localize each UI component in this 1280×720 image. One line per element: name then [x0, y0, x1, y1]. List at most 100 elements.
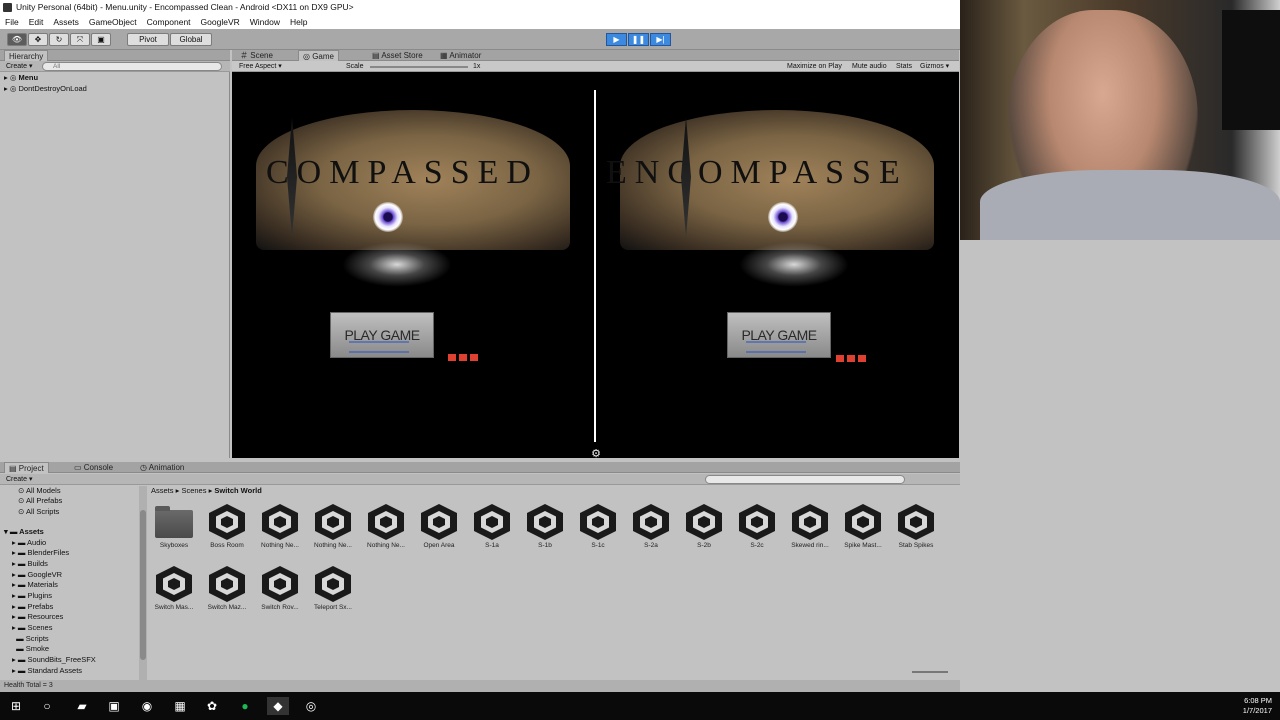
folder-item[interactable]: ▸ ▬ GoogleVR — [12, 570, 62, 580]
mute-audio-toggle[interactable]: Mute audio — [852, 61, 887, 72]
gizmos-dropdown[interactable]: Gizmos ▾ — [920, 61, 949, 72]
asset-scene[interactable]: Teleport Sx... — [307, 560, 359, 620]
pivot-toggle[interactable]: Pivot — [127, 33, 169, 46]
folder-label: Audio — [27, 538, 47, 547]
asset-scene[interactable]: Nothing Ne... — [360, 498, 412, 558]
favorite-all-prefabs[interactable]: ⊙ All Prefabs — [18, 496, 62, 506]
tab-animator[interactable]: ▦ Animator — [436, 50, 485, 61]
favorite-all-models[interactable]: ⊙ All Models — [18, 486, 61, 496]
breadcrumb-assets[interactable]: Assets — [151, 486, 174, 495]
asset-label: S-1c — [591, 542, 605, 549]
menu-googlevr[interactable]: GoogleVR — [201, 15, 240, 29]
hierarchy-create-button[interactable]: Create ▾ — [6, 62, 32, 70]
folder-item[interactable]: ▸ ▬ Scenes — [12, 623, 52, 633]
asset-scene[interactable]: Open Area — [413, 498, 465, 558]
maximize-on-play-toggle[interactable]: Maximize on Play — [787, 61, 842, 72]
tab-animation[interactable]: ◷ Animation — [136, 462, 188, 473]
scrollbar-thumb[interactable] — [140, 510, 146, 660]
rect-tool-icon[interactable]: ▣ — [91, 33, 111, 46]
icon-size-slider[interactable] — [912, 671, 948, 673]
folder-item[interactable]: ▸ ▬ Standard Assets — [12, 666, 82, 676]
folder-tree-scrollbar[interactable] — [139, 486, 147, 680]
paint-icon[interactable]: ✿ — [203, 697, 221, 715]
global-toggle[interactable]: Global — [170, 33, 212, 46]
folder-item[interactable]: ▬ Scripts — [12, 634, 49, 644]
spotify-icon[interactable]: ● — [236, 697, 254, 715]
asset-scene[interactable]: Switch Maz... — [201, 560, 253, 620]
favorite-all-scripts[interactable]: ⊙ All Scripts — [18, 507, 59, 517]
asset-scene[interactable]: Switch Mas... — [148, 560, 200, 620]
breadcrumb-scenes[interactable]: Scenes — [181, 486, 206, 495]
chrome-icon[interactable]: ◉ — [138, 697, 156, 715]
search-icon[interactable]: ○ — [38, 697, 56, 715]
folder-item[interactable]: ▸ ▬ Audio — [12, 538, 46, 548]
asset-scene[interactable]: Spike Mast... — [837, 498, 889, 558]
hierarchy-item-menu[interactable]: ▸ ◎ Menu — [4, 73, 38, 83]
folder-label: Builds — [27, 559, 48, 568]
stats-toggle[interactable]: Stats — [896, 61, 912, 72]
hierarchy-search-input[interactable]: All — [42, 62, 222, 71]
asset-scene[interactable]: Boss Room — [201, 498, 253, 558]
folder-item[interactable]: ▸ ▬ Materials — [12, 580, 58, 590]
tab-scene[interactable]: ＃ Scene — [236, 50, 277, 61]
play-button[interactable]: ▶ — [606, 33, 627, 46]
project-create-button[interactable]: Create ▾ — [6, 475, 32, 483]
hand-tool-icon[interactable]: 👁 — [7, 33, 27, 46]
file-explorer-icon[interactable]: ▰ — [73, 697, 91, 715]
step-button[interactable]: ▶| — [650, 33, 671, 46]
asset-scene[interactable]: S-1a — [466, 498, 518, 558]
menu-window[interactable]: Window — [250, 15, 280, 29]
asset-scene[interactable]: Skewed rin... — [784, 498, 836, 558]
folder-item[interactable]: ▸ ▬ Builds — [12, 559, 48, 569]
folder-item[interactable]: ▬ Smoke — [12, 644, 49, 654]
menu-component[interactable]: Component — [147, 15, 191, 29]
assets-root[interactable]: ▾ ▬ Assets — [4, 527, 44, 537]
asset-label: Skyboxes — [159, 542, 189, 549]
folder-item[interactable]: ▸ ▬ Prefabs — [12, 602, 53, 612]
asset-scene[interactable]: Stab Spikes — [890, 498, 942, 558]
asset-scene[interactable]: S-1b — [519, 498, 571, 558]
asset-scene[interactable]: Nothing Ne... — [254, 498, 306, 558]
asset-scene[interactable]: Nothing Ne... — [307, 498, 359, 558]
tab-hierarchy[interactable]: Hierarchy — [4, 50, 49, 61]
folder-item[interactable]: ▸ ▬ SoundBits_FreeSFX — [12, 655, 96, 665]
scale-slider[interactable] — [370, 66, 468, 68]
unity-icon[interactable]: ◆ — [267, 697, 289, 715]
move-tool-icon[interactable]: ✥ — [28, 33, 48, 46]
gear-icon[interactable]: ⚙ — [590, 448, 602, 460]
calculator-icon[interactable]: ▦ — [171, 697, 189, 715]
pause-button[interactable]: ❚❚ — [628, 33, 649, 46]
asset-scene[interactable]: S-1c — [572, 498, 624, 558]
project-search-input[interactable] — [705, 475, 905, 484]
hierarchy-header: Hierarchy — [0, 50, 230, 61]
store-icon[interactable]: ▣ — [105, 697, 123, 715]
asset-scene[interactable]: S-2c — [731, 498, 783, 558]
hierarchy-item-label: DontDestroyOnLoad — [18, 84, 87, 93]
asset-folder[interactable]: Skyboxes — [148, 498, 200, 558]
asset-scene[interactable]: S-2b — [678, 498, 730, 558]
menu-assets[interactable]: Assets — [53, 15, 79, 29]
breadcrumb-switch-world[interactable]: Switch World — [214, 486, 261, 495]
play-game-button[interactable]: PLAY GAME — [727, 312, 831, 358]
menu-help[interactable]: Help — [290, 15, 307, 29]
play-game-button[interactable]: PLAY GAME — [330, 312, 434, 358]
hierarchy-item-dontdestroy[interactable]: ▸ ◎ DontDestroyOnLoad — [4, 84, 87, 94]
tab-asset-store[interactable]: ▤ Asset Store — [368, 50, 427, 61]
asset-scene[interactable]: S-2a — [625, 498, 677, 558]
menu-gameobject[interactable]: GameObject — [89, 15, 137, 29]
aspect-dropdown[interactable]: Free Aspect ▾ — [239, 61, 282, 72]
folder-item[interactable]: ▸ ▬ Resources — [12, 612, 63, 622]
tab-console[interactable]: ▭ Console — [70, 462, 117, 473]
rotate-tool-icon[interactable]: ↻ — [49, 33, 69, 46]
windows-start-icon[interactable]: ⊞ — [7, 697, 25, 715]
folder-item[interactable]: ▸ ▬ Plugins — [12, 591, 52, 601]
tab-project[interactable]: ▤ Project — [4, 462, 49, 473]
tab-game[interactable]: ◎ Game — [298, 50, 339, 61]
folder-item[interactable]: ▸ ▬ BlenderFiles — [12, 548, 69, 558]
menu-edit[interactable]: Edit — [29, 15, 44, 29]
obs-icon[interactable]: ◎ — [302, 697, 320, 715]
menu-file[interactable]: File — [5, 15, 19, 29]
asset-scene[interactable]: Switch Rov... — [254, 560, 306, 620]
scale-tool-icon[interactable]: ⤧ — [70, 33, 90, 46]
folder-label: Smoke — [25, 644, 50, 653]
